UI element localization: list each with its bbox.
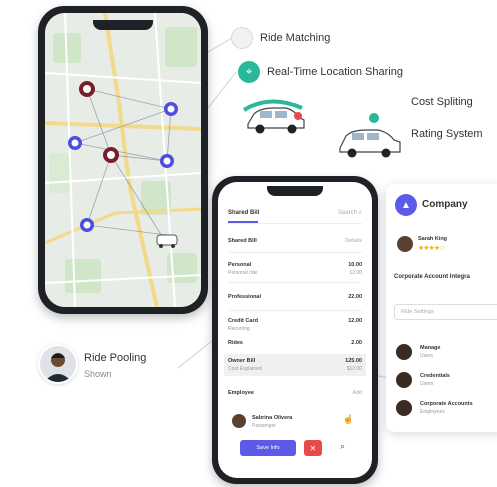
car-marker-blue[interactable]	[80, 218, 94, 232]
search-icon: ⌕	[358, 210, 362, 216]
list-item-sub: Users	[420, 381, 434, 387]
map-markers	[68, 81, 178, 248]
delete-button[interactable]: ✕	[304, 440, 322, 456]
ride-settings-select[interactable]: Ride Settings	[394, 304, 497, 320]
section-title: Corporate Account Integra	[394, 274, 470, 280]
bill-row-sub: Cost Explained	[228, 366, 262, 372]
divider	[228, 252, 362, 253]
location-icon: ⌖	[238, 61, 260, 83]
employee-role: Passenger	[252, 423, 276, 429]
section-title: Shared Bill	[228, 238, 257, 244]
phone-notch	[93, 20, 153, 30]
employee-name: Sabrina Olivera	[252, 415, 293, 421]
bill-row-sub: Personal ride	[228, 270, 258, 276]
bill-row-label: Owner Bill	[228, 358, 256, 364]
hand-icon[interactable]: ☝	[343, 414, 354, 425]
save-button[interactable]: Save Info	[240, 440, 296, 456]
rating-stars: ★★★★☆	[418, 245, 445, 252]
circle-icon	[231, 27, 253, 49]
feature-ride-matching-label: Ride Matching	[260, 32, 331, 44]
map-phone	[38, 6, 208, 314]
select-placeholder: Ride Settings	[401, 309, 434, 315]
bill-row-label: Professional	[228, 294, 262, 300]
employee-heading: Employee	[228, 390, 254, 396]
bill-row-value: 2.00	[351, 340, 362, 346]
car-marker-red[interactable]	[79, 81, 95, 97]
avatar	[38, 344, 78, 384]
avatar	[397, 236, 413, 252]
section-details-link[interactable]: Details	[345, 238, 362, 244]
list-item-name: Credentials	[420, 373, 450, 379]
feature-location-sharing-label: Real-Time Location Sharing	[267, 66, 403, 78]
close-icon: ✕	[309, 443, 317, 453]
avatar	[396, 400, 412, 416]
bill-row-value2: 12.00	[349, 270, 362, 276]
employee-add-link[interactable]: Add	[352, 390, 362, 396]
car-illustration	[339, 113, 401, 158]
feature-rating-system-label: Rating System	[411, 128, 483, 140]
search-label: Search	[337, 210, 357, 216]
company-panel: ▲ Company Sarah King ★★★★☆ Corporate Acc…	[386, 184, 497, 432]
bill-row-sub: Recurring	[228, 326, 250, 332]
avatar	[396, 372, 412, 388]
company-logo-icon: ▲	[395, 194, 417, 216]
bill-row-label: Rides	[228, 340, 243, 346]
bill-row-label: Personal	[228, 262, 252, 268]
driver-name: Sarah King	[418, 236, 448, 242]
company-title: Company	[422, 199, 468, 210]
bill-row-value: 125.00	[345, 358, 362, 364]
bill-row-value2: $12.00	[346, 366, 362, 372]
feature-cost-splitting-label: Cost Spliting	[411, 96, 473, 108]
list-item-sub: Users	[420, 353, 434, 359]
divider	[228, 310, 362, 311]
divider	[228, 282, 362, 283]
avatar	[396, 344, 412, 360]
list-item-name: Manage	[420, 345, 441, 351]
search-icon[interactable]: ⌕	[340, 441, 345, 452]
tab-underline	[228, 221, 258, 223]
ride-pooling-sublabel: Shown	[84, 369, 112, 379]
phone-notch	[267, 186, 323, 196]
car-icon[interactable]	[156, 234, 178, 248]
car-marker-blue[interactable]	[164, 102, 178, 116]
list-item-sub: Employees	[420, 409, 445, 415]
bill-row-value: 12.00	[348, 318, 362, 324]
save-button-label: Save Info	[256, 445, 280, 451]
feature-ride-matching: Ride Matching	[231, 27, 330, 49]
search-button[interactable]: Search ⌕	[338, 210, 362, 217]
feature-location-sharing: ⌖ Real-Time Location Sharing	[238, 61, 403, 83]
car-marker-blue[interactable]	[160, 154, 174, 168]
car-marker-red[interactable]	[103, 147, 119, 163]
ride-pooling-label: Ride Pooling	[84, 352, 147, 364]
car-marker-blue[interactable]	[68, 136, 82, 150]
bill-row-value: 22.00	[348, 294, 362, 300]
bill-row-value: 10.00	[348, 262, 362, 268]
car-illustration	[242, 99, 305, 134]
bill-row-label: Credit Card	[228, 318, 258, 324]
map-screen[interactable]	[45, 13, 201, 307]
bill-header: Shared Bill Search ⌕	[228, 208, 362, 224]
bill-phone: Shared Bill Search ⌕ Shared Bill Details…	[212, 176, 378, 484]
tab-shared-bill[interactable]: Shared Bill	[228, 210, 259, 216]
list-item-name: Corporate Accounts	[420, 401, 473, 407]
bill-screen: Shared Bill Search ⌕ Shared Bill Details…	[218, 182, 372, 478]
avatar	[232, 414, 246, 428]
